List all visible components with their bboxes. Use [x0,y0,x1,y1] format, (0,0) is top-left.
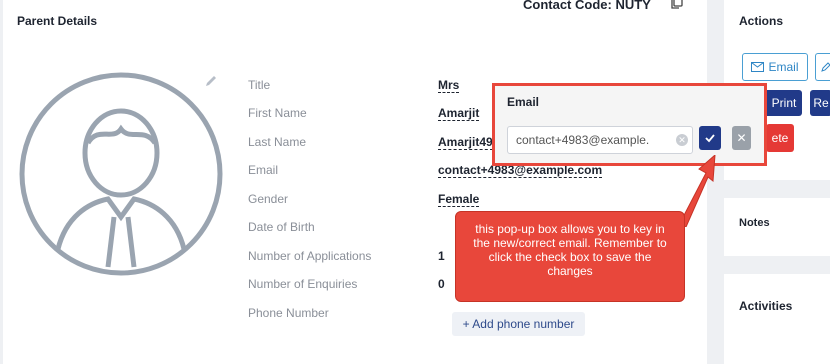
check-icon [705,134,715,143]
value-number-of-enquiries: 0 [438,277,445,291]
clear-input-icon[interactable]: ✕ [676,134,688,146]
activities-title: Activities [739,299,793,313]
copy-icon[interactable] [670,0,684,10]
value-number-of-applications: 1 [438,249,445,263]
print-button[interactable]: Print [766,90,802,116]
parent-details-title: Parent Details [17,14,98,28]
value-last-name[interactable]: Amarjit49 [438,135,493,150]
add-phone-number-button[interactable]: + Add phone number [452,312,585,336]
contact-code: Contact Code: NUTY [523,0,651,12]
popup-title: Email [507,95,540,109]
label-title: Title [248,78,271,92]
label-last-name: Last Name [248,135,307,149]
label-date-of-birth: Date of Birth [248,220,315,234]
email-edit-popup: Email contact+4983@example. ✕ ✕ [492,83,767,166]
edit-button[interactable] [815,53,830,81]
re-button[interactable]: Re [810,90,830,116]
label-number-of-applications: Number of Applications [248,249,372,263]
label-phone-number: Phone Number [248,306,329,320]
value-title[interactable]: Mrs [438,78,460,93]
label-gender: Gender [248,192,289,206]
email-button-label: Email [768,60,799,74]
label-number-of-enquiries: Number of Enquiries [248,277,358,291]
annotation-callout: this pop-up box allows you to key in the… [455,211,685,302]
label-first-name: First Name [248,106,307,120]
pencil-icon [820,62,830,72]
email-button[interactable]: Email [742,53,808,81]
delete-button[interactable]: ete [766,124,794,152]
cancel-button[interactable]: ✕ [732,126,751,150]
email-input[interactable]: contact+4983@example. [507,126,693,154]
label-email: Email [248,163,279,177]
envelope-icon [751,62,765,72]
value-first-name[interactable]: Amarjit [438,106,480,121]
avatar [19,72,223,276]
actions-title: Actions [739,14,784,28]
value-gender[interactable]: Female [438,192,480,207]
activities-card [724,274,830,364]
notes-title: Notes [739,217,770,229]
confirm-button[interactable] [699,126,721,150]
pencil-icon[interactable] [204,74,218,88]
